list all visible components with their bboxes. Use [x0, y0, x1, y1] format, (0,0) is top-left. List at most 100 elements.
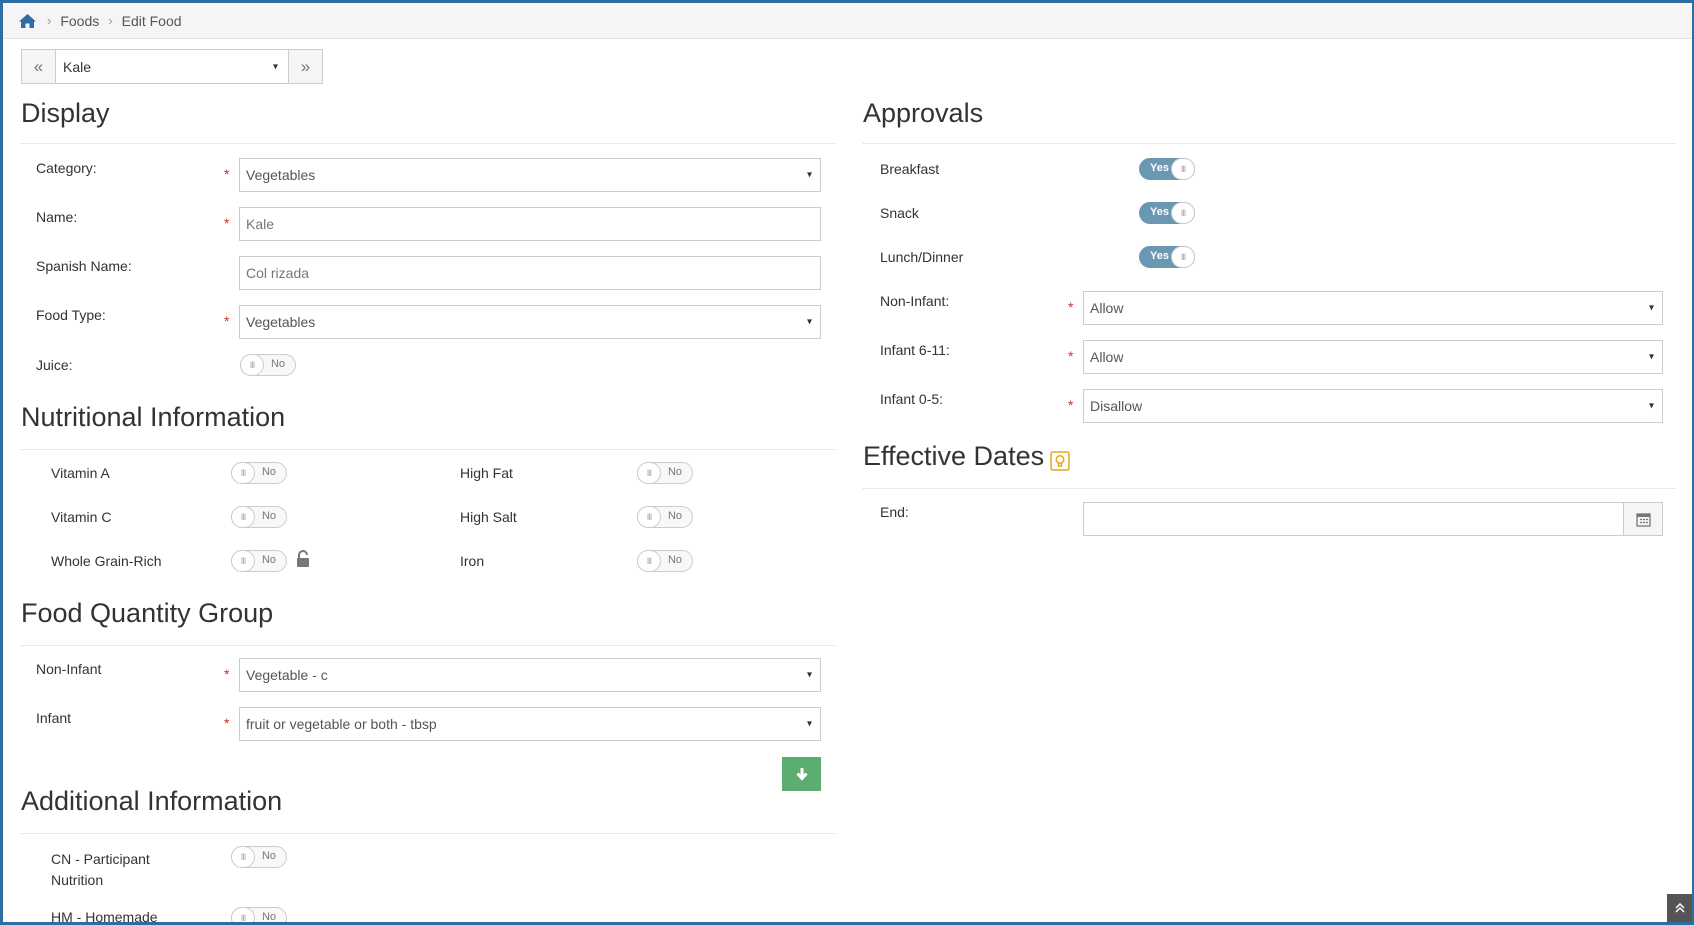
category-select[interactable]: Vegetables ▾	[239, 158, 821, 192]
toggle-state: No	[667, 510, 682, 522]
iron-toggle[interactable]: III No	[637, 550, 693, 572]
caret-down-icon: ▾	[806, 669, 812, 681]
infant-0-5-label: Infant 0-5:	[880, 391, 944, 407]
section-divider	[21, 645, 836, 646]
toggle-grip-icon: III	[1171, 202, 1195, 224]
scroll-to-top-button[interactable]	[1667, 894, 1692, 922]
lunch-dinner-toggle[interactable]: Yes III	[1139, 246, 1195, 268]
required-marker: *	[1068, 348, 1074, 364]
caret-down-icon: ▾	[806, 718, 812, 730]
add-quantity-button[interactable]	[782, 757, 821, 791]
next-food-button[interactable]: »	[288, 49, 323, 84]
end-date-label: End:	[880, 504, 909, 520]
cn-participant-nutrition-toggle[interactable]: III No	[231, 846, 287, 868]
toggle-state: No	[261, 911, 276, 923]
snack-toggle[interactable]: Yes III	[1139, 202, 1195, 224]
vitamin-a-toggle[interactable]: III No	[231, 462, 287, 484]
infant-6-11-select[interactable]: Allow ▾	[1083, 340, 1663, 374]
caret-down-icon: ▾	[1648, 400, 1654, 412]
food-type-value: Vegetables	[246, 314, 316, 330]
quantity-non-infant-label: Non-Infant	[36, 661, 102, 677]
required-marker: *	[224, 666, 230, 682]
section-divider	[21, 449, 836, 450]
vitamin-a-label: Vitamin A	[51, 465, 110, 481]
caret-down-icon: ▾	[1648, 351, 1654, 363]
toggle-grip-icon: III	[231, 550, 255, 572]
lightbulb-icon[interactable]	[1050, 451, 1070, 471]
quantity-non-infant-select[interactable]: Vegetable - c ▾	[239, 658, 821, 692]
name-input[interactable]: Kale	[239, 207, 821, 241]
caret-down-icon: ▾	[806, 316, 812, 328]
double-chevron-right-icon: »	[300, 56, 311, 76]
spanish-name-input[interactable]: Col rizada	[239, 256, 821, 290]
infant-0-5-select[interactable]: Disallow ▾	[1083, 389, 1663, 423]
calendar-button[interactable]	[1623, 502, 1663, 536]
quantity-non-infant-value: Vegetable - c	[246, 667, 328, 683]
infant-6-11-label: Infant 6-11:	[880, 342, 950, 358]
toggle-state: Yes	[1150, 162, 1169, 174]
hm-homemade-toggle[interactable]: III No	[231, 907, 287, 923]
toggle-grip-icon: III	[231, 907, 255, 922]
previous-food-button[interactable]: «	[21, 49, 56, 84]
spanish-name-label: Spanish Name:	[36, 258, 132, 274]
high-salt-label: High Salt	[460, 509, 517, 525]
approvals-title: Approvals	[863, 98, 984, 128]
infant-6-11-value: Allow	[1090, 349, 1124, 365]
food-navigator: « Kale ▾ »	[21, 49, 323, 84]
toggle-state: Yes	[1150, 206, 1169, 218]
food-type-label: Food Type:	[36, 307, 106, 323]
toggle-grip-icon: III	[231, 506, 255, 528]
effective-dates-title: Effective Dates	[863, 441, 1045, 471]
breadcrumb-foods[interactable]: Foods	[60, 13, 99, 29]
high-fat-toggle[interactable]: III No	[637, 462, 693, 484]
quantity-infant-select[interactable]: fruit or vegetable or both - tbsp ▾	[239, 707, 821, 741]
required-marker: *	[1068, 397, 1074, 413]
name-label: Name:	[36, 209, 78, 225]
section-divider	[863, 488, 1675, 489]
required-marker: *	[224, 313, 230, 329]
hm-homemade-label: HM - Homemade	[51, 909, 158, 925]
cn-participant-nutrition-label: CN - Participant Nutrition	[51, 849, 150, 891]
approval-non-infant-select[interactable]: Allow ▾	[1083, 291, 1663, 325]
toggle-grip-icon: III	[1171, 246, 1195, 268]
toggle-grip-icon: III	[231, 846, 255, 868]
double-chevron-up-icon	[1674, 903, 1685, 913]
high-fat-label: High Fat	[460, 465, 513, 481]
lunch-dinner-label: Lunch/Dinner	[880, 249, 964, 265]
toggle-state: No	[667, 554, 682, 566]
quantity-infant-label: Infant	[36, 710, 72, 726]
food-type-select[interactable]: Vegetables ▾	[239, 305, 821, 339]
toggle-grip-icon: III	[1171, 158, 1195, 180]
end-date-input[interactable]	[1083, 502, 1624, 536]
section-divider	[21, 833, 836, 834]
toggle-grip-icon: III	[231, 462, 255, 484]
food-select[interactable]: Kale ▾	[56, 49, 288, 84]
quantity-infant-value: fruit or vegetable or both - tbsp	[246, 716, 437, 732]
infant-0-5-value: Disallow	[1090, 398, 1143, 414]
toggle-state: Yes	[1150, 250, 1169, 262]
snack-label: Snack	[880, 205, 919, 221]
approval-non-infant-label: Non-Infant:	[880, 293, 950, 309]
vitamin-c-label: Vitamin C	[51, 509, 112, 525]
home-icon[interactable]	[18, 13, 38, 29]
cn-label-line-1: CN - Participant	[51, 851, 150, 867]
unlock-icon[interactable]	[296, 550, 310, 568]
toggle-grip-icon: III	[637, 550, 661, 572]
nutritional-information-title: Nutritional Information	[21, 402, 286, 432]
arrow-down-icon	[795, 768, 808, 781]
high-salt-toggle[interactable]: III No	[637, 506, 693, 528]
breakfast-toggle[interactable]: Yes III	[1139, 158, 1195, 180]
toggle-grip-icon: III	[637, 506, 661, 528]
juice-label: Juice:	[36, 357, 73, 373]
iron-label: Iron	[460, 553, 485, 569]
caret-down-icon: ▾	[1648, 302, 1654, 314]
vitamin-c-toggle[interactable]: III No	[231, 506, 287, 528]
whole-grain-rich-toggle[interactable]: III No	[231, 550, 287, 572]
juice-toggle[interactable]: III No	[240, 354, 296, 376]
toggle-grip-icon: III	[637, 462, 661, 484]
required-marker: *	[224, 215, 230, 231]
required-marker: *	[224, 166, 230, 182]
whole-grain-rich-label: Whole Grain-Rich	[51, 553, 162, 569]
food-quantity-group-title: Food Quantity Group	[21, 598, 274, 628]
chevron-right-icon: ›	[47, 13, 52, 28]
